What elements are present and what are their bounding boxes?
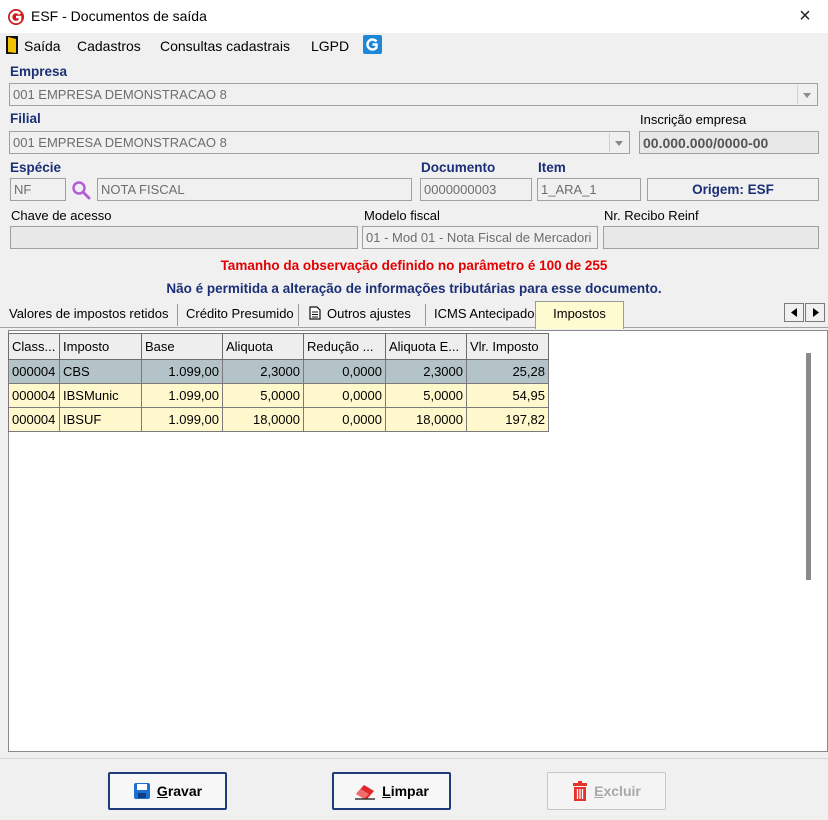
table-row[interactable]: 000004 IBSMunic 1.099,00 5,0000 0,0000 5… — [8, 383, 549, 408]
cell-aliquota-efetiva: 2,3000 — [385, 359, 467, 384]
empresa-combo[interactable]: 001 EMPRESA DEMONSTRACAO 8 — [9, 83, 818, 106]
cell-aliquota: 5,0000 — [222, 383, 304, 408]
tab-valores-impostos-retidos[interactable]: Valores de impostos retidos — [9, 304, 178, 326]
eraser-icon — [355, 785, 376, 800]
filial-label: Filial — [10, 111, 41, 126]
recibo-label: Nr. Recibo Reinf — [604, 208, 699, 223]
especie-name-field[interactable]: NOTA FISCAL — [97, 178, 412, 201]
tab-icms-antecipado[interactable]: ICMS Antecipado — [434, 304, 537, 326]
filial-value: 001 EMPRESA DEMONSTRACAO 8 — [13, 135, 227, 150]
search-icon[interactable] — [71, 180, 91, 200]
cell-imposto: CBS — [59, 359, 142, 384]
readonly-message: Não é permitida a alteração de informaçõ… — [166, 281, 662, 296]
especie-label: Espécie — [10, 160, 62, 175]
arrow-right-icon — [813, 308, 819, 317]
close-button[interactable]: × — [794, 5, 816, 27]
window-title: ESF - Documentos de saída — [31, 8, 207, 24]
cell-aliquota: 2,3000 — [222, 359, 304, 384]
cell-base: 1.099,00 — [141, 359, 223, 384]
exit-door-icon — [6, 36, 18, 54]
cell-base: 1.099,00 — [141, 407, 223, 432]
obs-message: Tamanho da observação definido no parâme… — [220, 258, 608, 273]
cell-class: 000004 — [8, 359, 60, 384]
tab-credito-presumido[interactable]: Crédito Presumido — [186, 304, 299, 326]
col-header-imposto[interactable]: Imposto — [59, 333, 142, 360]
tab-outros-ajustes-label: Outros ajustes — [327, 306, 411, 321]
menu-saida[interactable]: Saída — [24, 38, 61, 54]
help-logo-icon[interactable] — [363, 35, 382, 54]
tab-scroll-left-button[interactable] — [784, 303, 804, 322]
menu-cadastros[interactable]: Cadastros — [77, 38, 141, 54]
chevron-down-icon[interactable] — [609, 133, 628, 152]
save-icon — [133, 783, 150, 799]
grid-header-row: Class... Imposto Base Aliquota Redução .… — [8, 333, 549, 360]
cell-reducao: 0,0000 — [303, 407, 386, 432]
tab-outros-ajustes[interactable]: Outros ajustes — [309, 304, 426, 326]
table-row[interactable]: 000004 IBSUF 1.099,00 18,0000 0,0000 18,… — [8, 407, 549, 432]
cell-imposto: IBSUF — [59, 407, 142, 432]
inscricao-label: Inscrição empresa — [640, 112, 747, 127]
limpar-button[interactable]: Limpar — [332, 772, 451, 810]
cell-vlr-imposto: 25,28 — [466, 359, 549, 384]
cell-base: 1.099,00 — [141, 383, 223, 408]
col-header-class[interactable]: Class... — [8, 333, 60, 360]
tab-scroll-arrows — [784, 303, 826, 322]
impostos-grid[interactable]: Class... Imposto Base Aliquota Redução .… — [8, 333, 549, 432]
inscricao-field: 00.000.000/0000-00 — [639, 131, 819, 154]
col-header-base[interactable]: Base — [141, 333, 223, 360]
chave-field[interactable] — [10, 226, 358, 249]
item-field[interactable]: 1_ARA_1 — [537, 178, 641, 201]
trash-icon — [573, 781, 588, 801]
modelo-field[interactable]: 01 - Mod 01 - Nota Fiscal de Mercadori — [362, 226, 598, 249]
limpar-label: Limpar — [382, 783, 429, 799]
menu-lgpd[interactable]: LGPD — [311, 38, 349, 54]
col-header-reducao[interactable]: Redução ... — [303, 333, 386, 360]
item-label: Item — [538, 160, 566, 175]
cell-imposto: IBSMunic — [59, 383, 142, 408]
empresa-value: 001 EMPRESA DEMONSTRACAO 8 — [13, 87, 227, 102]
cell-aliquota-efetiva: 18,0000 — [385, 407, 467, 432]
cell-vlr-imposto: 197,82 — [466, 407, 549, 432]
gravar-label: Gravar — [156, 783, 203, 799]
cell-reducao: 0,0000 — [303, 359, 386, 384]
documento-field[interactable]: 0000000003 — [420, 178, 532, 201]
empresa-label: Empresa — [10, 64, 68, 79]
col-header-vlr-imposto[interactable]: Vlr. Imposto — [466, 333, 549, 360]
menu-consultas-cadastrais[interactable]: Consultas cadastrais — [160, 38, 290, 54]
col-header-aliquota[interactable]: Aliquota — [222, 333, 304, 360]
filial-combo[interactable]: 001 EMPRESA DEMONSTRACAO 8 — [9, 131, 630, 154]
excluir-label: Excluir — [594, 783, 641, 799]
gravar-button[interactable]: Gravar — [108, 772, 227, 810]
documento-label: Documento — [421, 160, 496, 175]
tab-impostos[interactable]: Impostos — [535, 301, 624, 329]
table-row[interactable]: 000004 CBS 1.099,00 2,3000 0,0000 2,3000… — [8, 359, 549, 384]
app-logo-icon — [8, 9, 24, 25]
excluir-button[interactable]: Excluir — [547, 772, 666, 810]
vertical-scrollbar[interactable] — [806, 353, 811, 580]
cell-class: 000004 — [8, 407, 60, 432]
document-icon — [309, 306, 321, 320]
cell-reducao: 0,0000 — [303, 383, 386, 408]
arrow-left-icon — [791, 308, 797, 317]
chave-label: Chave de acesso — [11, 208, 112, 223]
tab-scroll-right-button[interactable] — [805, 303, 825, 322]
cell-class: 000004 — [8, 383, 60, 408]
col-header-aliquota-efetiva[interactable]: Aliquota E... — [385, 333, 467, 360]
origem-badge: Origem: ESF — [647, 178, 819, 201]
cell-aliquota: 18,0000 — [222, 407, 304, 432]
cell-vlr-imposto: 54,95 — [466, 383, 549, 408]
recibo-field[interactable] — [603, 226, 819, 249]
especie-code-field[interactable]: NF — [10, 178, 66, 201]
modelo-label: Modelo fiscal — [364, 208, 440, 223]
cell-aliquota-efetiva: 5,0000 — [385, 383, 467, 408]
chevron-down-icon[interactable] — [797, 85, 816, 104]
